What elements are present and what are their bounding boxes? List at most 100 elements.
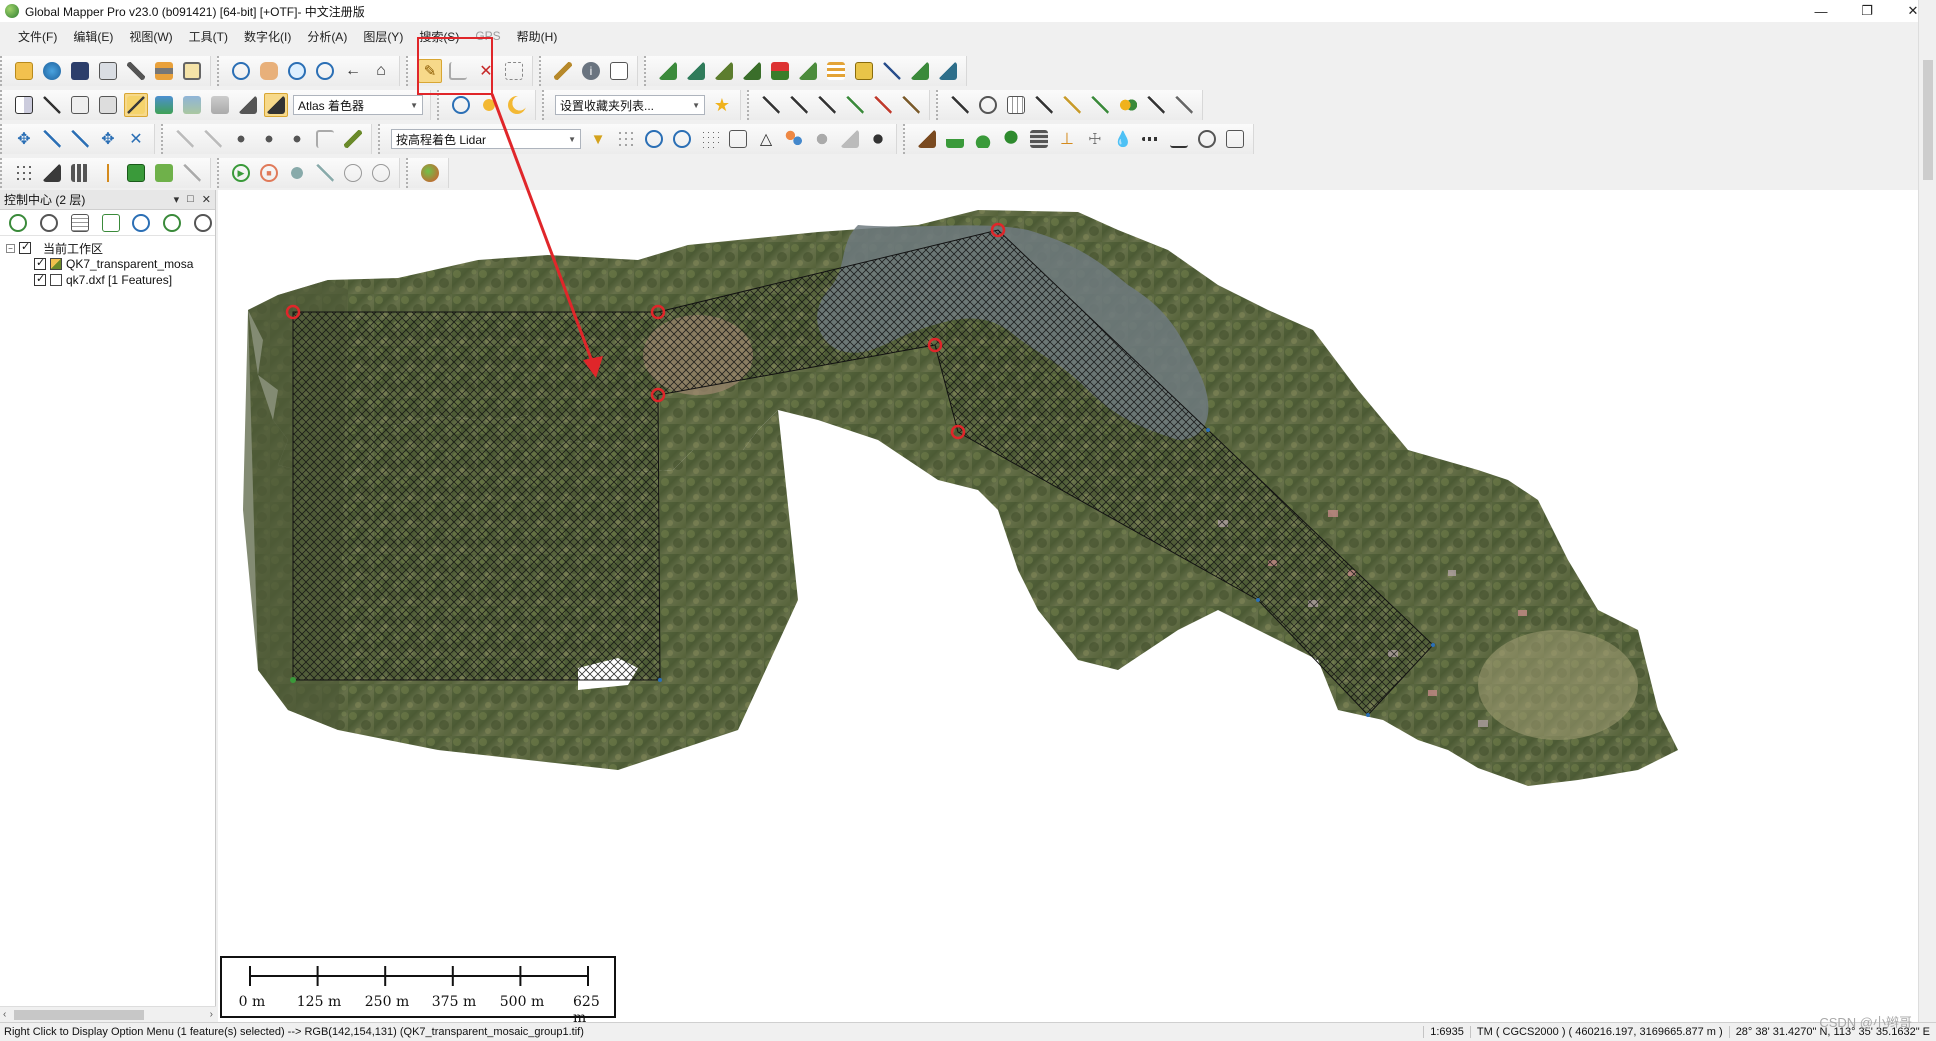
menu-edit[interactable]: 编辑(E) — [65, 28, 121, 45]
menu-view[interactable]: 视图(W) — [121, 28, 180, 45]
gps-5-button[interactable] — [124, 161, 148, 185]
lidar-11-button[interactable] — [866, 127, 890, 151]
play-button[interactable]: ▶ — [229, 161, 253, 185]
scroll-thumb[interactable] — [14, 1010, 144, 1020]
elevation-4-button[interactable] — [236, 93, 260, 117]
collapse-icon[interactable]: − — [6, 243, 15, 253]
class-key-button[interactable] — [1195, 127, 1219, 151]
track-4-button[interactable] — [369, 161, 393, 185]
panel-horizontal-scrollbar[interactable]: ‹ › — [0, 1006, 216, 1022]
view-3d-button[interactable] — [68, 93, 92, 117]
track-3-button[interactable] — [341, 161, 365, 185]
vertex-4-button[interactable]: ✕ — [124, 127, 148, 151]
stop-button[interactable]: ■ — [257, 161, 281, 185]
sun-button[interactable] — [477, 93, 501, 117]
scroll-left-icon[interactable]: ‹ — [3, 1009, 6, 1020]
panel-menu-icon[interactable]: ▾ — [174, 193, 180, 206]
layer-checkbox[interactable] — [34, 272, 46, 286]
track-1-button[interactable] — [285, 161, 309, 185]
measure-tool-button[interactable] — [551, 59, 575, 83]
class-building-button[interactable] — [1027, 127, 1051, 151]
vertex-dot[interactable] — [290, 677, 296, 683]
op-7-button[interactable] — [341, 127, 365, 151]
cut-fill-button[interactable] — [936, 59, 960, 83]
vertex-dot[interactable] — [1366, 713, 1370, 717]
vertex-1-button[interactable] — [40, 127, 64, 151]
edit-6-button[interactable] — [1088, 93, 1112, 117]
volume-button[interactable] — [908, 59, 932, 83]
add-favorite-button[interactable]: ★ — [710, 93, 734, 117]
map-canvas[interactable] — [218, 190, 1918, 1022]
path-button[interactable] — [880, 59, 904, 83]
edit-5-button[interactable] — [1060, 93, 1084, 117]
map-view[interactable] — [218, 190, 1918, 1022]
map-layout-button[interactable] — [180, 59, 204, 83]
full-view-button[interactable]: ⌂ — [369, 59, 393, 83]
select-button[interactable] — [502, 59, 526, 83]
menu-help[interactable]: 帮助(H) — [509, 28, 566, 45]
class-wire-button[interactable] — [1167, 127, 1191, 151]
gps-2-button[interactable] — [40, 161, 64, 185]
feature-info-button[interactable]: i — [579, 59, 603, 83]
menu-file[interactable]: 文件(F) — [10, 28, 65, 45]
edit-8-button[interactable] — [1144, 93, 1168, 117]
view-3d-alt-button[interactable] — [96, 93, 120, 117]
gps-3-button[interactable] — [68, 161, 92, 185]
class-tower-button[interactable]: ☩ — [1083, 127, 1107, 151]
class-pole-button[interactable]: ⊥ — [1055, 127, 1079, 151]
op-2-button[interactable] — [201, 127, 225, 151]
layer-export-button[interactable] — [100, 211, 121, 235]
save-button[interactable] — [68, 59, 92, 83]
panel-float-icon[interactable]: □ — [187, 193, 194, 206]
create-line-1-button[interactable] — [759, 93, 783, 117]
open-data-button[interactable] — [12, 59, 36, 83]
lidar-color-select[interactable]: 按高程着色 Lidar ▼ — [391, 129, 581, 149]
lidar-9-button[interactable] — [810, 127, 834, 151]
gps-6-button[interactable] — [152, 161, 176, 185]
lidar-filter-button[interactable]: ▼ — [586, 127, 610, 151]
layer-search-button[interactable] — [131, 211, 152, 235]
class-water-button[interactable]: 💧 — [1111, 127, 1135, 151]
overlay-control-button[interactable] — [152, 59, 176, 83]
menu-tools[interactable]: 工具(T) — [181, 28, 236, 45]
move-vertex-button[interactable]: ✥ — [12, 127, 36, 151]
create-line-4-button[interactable] — [843, 93, 867, 117]
lidar-3-button[interactable] — [642, 127, 666, 151]
digitizer-tool-button[interactable]: ✎ — [418, 59, 442, 83]
terrain-5-button[interactable] — [796, 59, 820, 83]
contour-button[interactable] — [824, 59, 848, 83]
terrain-4-button[interactable] — [740, 59, 764, 83]
print-button[interactable] — [96, 59, 120, 83]
layer-checkbox[interactable] — [34, 256, 46, 270]
layer-close-button[interactable] — [192, 211, 213, 235]
zoom-tool-button[interactable] — [229, 59, 253, 83]
minimize-button[interactable]: — — [1798, 0, 1844, 22]
lidar-4-button[interactable] — [670, 127, 694, 151]
terrain-2-button[interactable] — [684, 59, 708, 83]
lidar-7-button[interactable]: △ — [754, 127, 778, 151]
shader-select[interactable]: Atlas 着色器 ▼ — [293, 95, 423, 115]
edit-3-button[interactable] — [1004, 93, 1028, 117]
create-line-5-button[interactable] — [871, 93, 895, 117]
create-line-2-button[interactable] — [787, 93, 811, 117]
vertex-3-button[interactable]: ✥ — [96, 127, 120, 151]
hillshade-button[interactable] — [264, 93, 288, 117]
layer-row[interactable]: qk7.dxf [1 Features] — [6, 272, 215, 288]
config-button[interactable] — [124, 59, 148, 83]
class-noise-button[interactable] — [1223, 127, 1247, 151]
vertex-2-button[interactable] — [68, 127, 92, 151]
track-2-button[interactable] — [313, 161, 337, 185]
restore-button[interactable]: ❐ — [1844, 0, 1890, 22]
zoom-in-button[interactable] — [285, 59, 309, 83]
delete-feature-button[interactable]: ✕ — [474, 59, 498, 83]
op-3-button[interactable] — [229, 127, 253, 151]
menu-search[interactable]: 搜索(S) — [411, 28, 467, 45]
workspace-node[interactable]: − 当前工作区 — [6, 240, 215, 256]
layer-row[interactable]: QK7_transparent_mosa — [6, 256, 215, 272]
op-1-button[interactable] — [173, 127, 197, 151]
class-med-veg-button[interactable] — [971, 127, 995, 151]
lidar-10-button[interactable] — [838, 127, 862, 151]
scroll-right-icon[interactable]: › — [210, 1009, 213, 1020]
op-6-button[interactable] — [313, 127, 337, 151]
vertex-dot[interactable] — [658, 678, 662, 682]
